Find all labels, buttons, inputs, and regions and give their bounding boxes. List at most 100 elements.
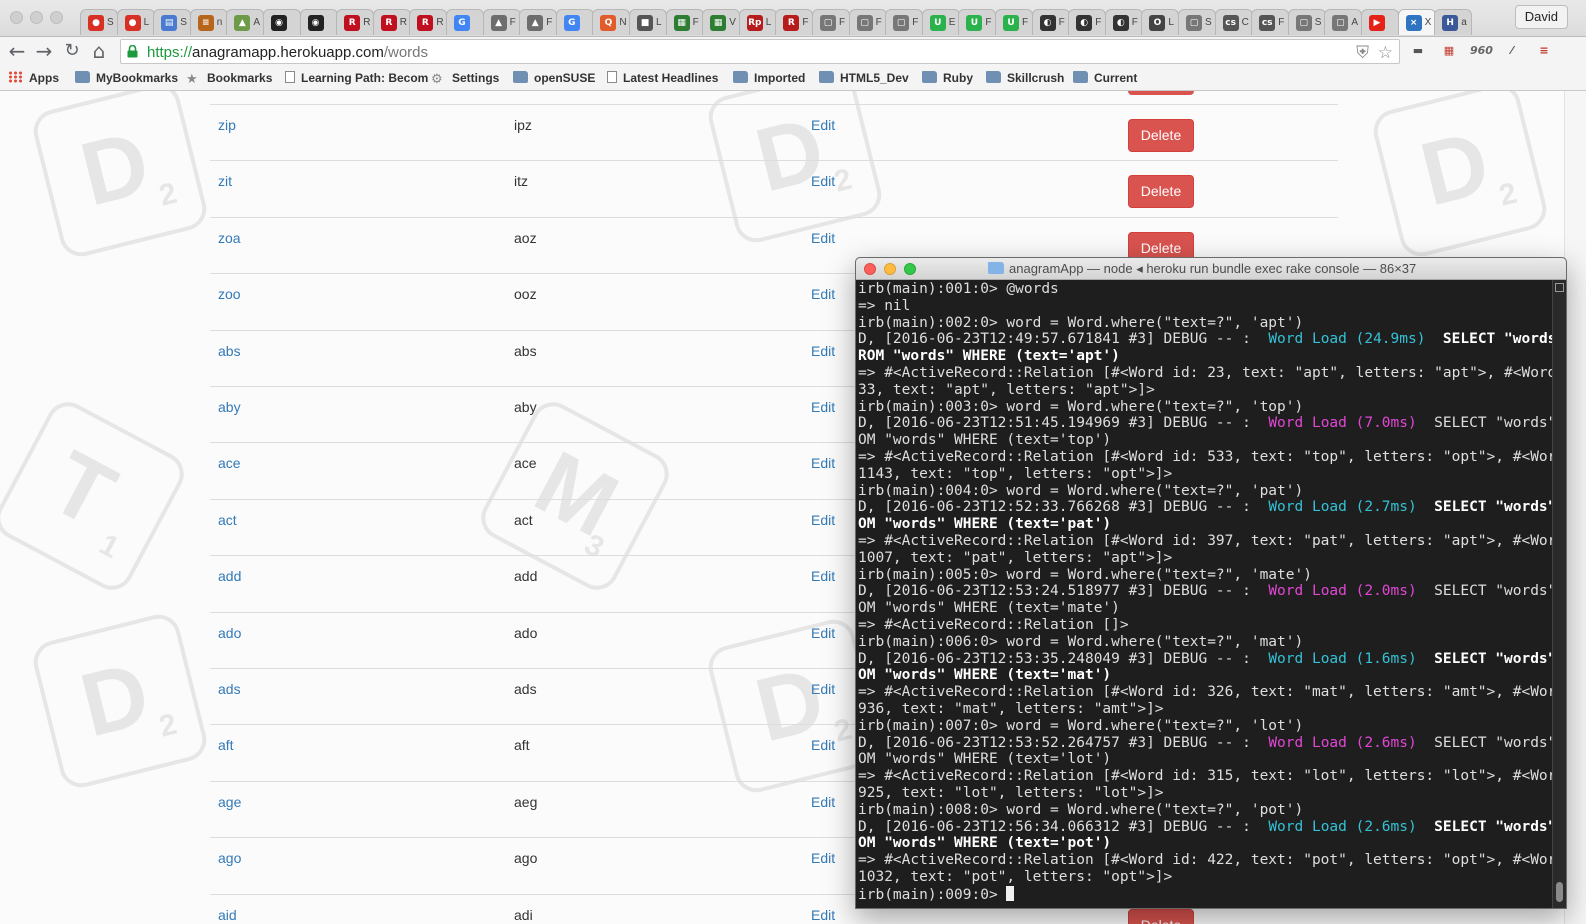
browser-tab[interactable]: UF [958, 9, 997, 35]
address-bar[interactable]: https://anagramapp.herokuapp.com/words ⛨… [120, 39, 1400, 64]
reload-icon[interactable]: ↻ [61, 40, 83, 62]
terminal-close-button[interactable] [864, 263, 876, 275]
edit-link[interactable]: Edit [811, 286, 835, 302]
browser-tab[interactable]: ◉ [299, 9, 338, 35]
word-text-link[interactable]: ace [218, 455, 241, 471]
bookmark-imported[interactable]: Imported [733, 71, 805, 85]
edit-link[interactable]: Edit [811, 681, 835, 697]
word-text-link[interactable]: abs [218, 343, 241, 359]
browser-tab[interactable]: ▤ S [153, 9, 192, 35]
terminal-minimize-button[interactable] [884, 263, 896, 275]
bookmark-learning-path-becom[interactable]: Learning Path: Becom [285, 71, 428, 85]
extension-960-icon[interactable]: 960 [1470, 42, 1493, 60]
extension-mask-icon[interactable]: ▬ [1408, 42, 1428, 60]
window-zoom-button[interactable] [50, 11, 63, 24]
terminal-scroll-thumb[interactable] [1556, 882, 1563, 902]
browser-tab[interactable]: × X [1397, 9, 1436, 35]
edit-link[interactable]: Edit [811, 568, 835, 584]
bookmark-mybookmarks[interactable]: MyBookmarks [75, 71, 178, 85]
terminal-title-bar[interactable]: anagramApp — node ◂ heroku run bundle ex… [856, 258, 1566, 280]
edit-link[interactable]: Edit [811, 737, 835, 753]
word-text-link[interactable]: aid [218, 907, 237, 923]
browser-tab[interactable]: QN [592, 9, 631, 35]
edit-link[interactable]: Edit [811, 399, 835, 415]
browser-tab[interactable]: G [555, 9, 594, 35]
delete-button-partial[interactable] [1128, 91, 1194, 95]
browser-tab[interactable]: ◐ F [1068, 9, 1107, 35]
delete-button[interactable]: Delete [1128, 175, 1194, 209]
browser-tab[interactable]: ▢ F [812, 9, 850, 35]
browser-tab[interactable]: cs C [1214, 9, 1253, 35]
word-text-link[interactable]: zoa [218, 230, 241, 246]
browser-tab[interactable]: ■ L [629, 9, 667, 35]
word-text-link[interactable]: zit [218, 173, 232, 189]
forward-arrow-icon[interactable]: → [33, 40, 55, 62]
browser-tab[interactable]: ≡ n [189, 9, 228, 35]
page-scrollbar[interactable] [1564, 91, 1586, 924]
bookmark-skillcrush[interactable]: Skillcrush [986, 71, 1064, 85]
word-text-link[interactable]: add [218, 568, 241, 584]
browser-tab[interactable]: Rp L [738, 9, 777, 35]
browser-tab[interactable]: OL [1141, 9, 1180, 35]
browser-tab[interactable]: ◐ F [1104, 9, 1143, 35]
bookmark-ruby[interactable]: Ruby [922, 71, 973, 85]
window-minimize-button[interactable] [30, 11, 43, 24]
browser-tab[interactable]: ▲ A [226, 9, 265, 35]
browser-tab[interactable]: ◉ [263, 9, 301, 35]
word-text-link[interactable]: act [218, 512, 237, 528]
word-text-link[interactable]: ago [218, 850, 241, 866]
edit-link[interactable]: Edit [811, 343, 835, 359]
profile-button[interactable]: David [1514, 5, 1568, 29]
browser-tab[interactable]: ◐ F [1031, 9, 1070, 35]
terminal-zoom-button[interactable] [904, 263, 916, 275]
browser-tab[interactable]: ▢ S [1287, 9, 1326, 35]
word-text-link[interactable]: aby [218, 399, 241, 415]
bookmark-apps[interactable]: Apps [8, 71, 59, 85]
browser-tab[interactable]: ▢ F [848, 9, 887, 35]
delete-button[interactable]: Delete [1128, 119, 1194, 152]
terminal-scrollbar[interactable] [1552, 280, 1566, 908]
word-text-link[interactable]: age [218, 794, 241, 810]
bookmark-opensuse[interactable]: openSUSE [513, 71, 595, 85]
browser-tab[interactable]: ● S [80, 9, 118, 35]
edit-link[interactable]: Edit [811, 794, 835, 810]
bookmark-current[interactable]: Current [1073, 71, 1137, 85]
browser-tab[interactable]: ▲ F [482, 9, 521, 35]
browser-tab[interactable]: ▦ F [665, 9, 704, 35]
bookmark-html5-dev[interactable]: HTML5_Dev [819, 71, 909, 85]
terminal-output[interactable]: irb(main):001:0> @words => nil irb(main):0… [858, 280, 1552, 908]
browser-tab[interactable]: ▢ S [1178, 9, 1216, 35]
menu-icon[interactable]: ≡ [1534, 42, 1554, 60]
browser-tab[interactable]: cs F [1251, 9, 1290, 35]
bookmark-latest-headlines[interactable]: Latest Headlines [607, 71, 718, 85]
edit-link[interactable]: Edit [811, 512, 835, 528]
browser-tab[interactable]: UF [995, 9, 1033, 35]
shield-icon[interactable]: ⛨ [1356, 43, 1369, 63]
browser-tab[interactable]: UE [921, 9, 960, 35]
bookmark-settings[interactable]: ⚙ Settings [431, 71, 499, 86]
browser-tab[interactable]: ▲ F [519, 9, 558, 35]
edit-link[interactable]: Edit [811, 625, 835, 641]
browser-tab[interactable]: ● L [116, 9, 155, 35]
word-text-link[interactable]: aft [218, 737, 234, 753]
window-close-button[interactable] [10, 11, 23, 24]
home-icon[interactable]: ⌂ [88, 40, 110, 62]
terminal-window[interactable]: anagramApp — node ◂ heroku run bundle ex… [855, 257, 1567, 909]
browser-tab[interactable]: ▶ [1361, 9, 1399, 35]
bookmark-star-icon[interactable]: ☆ [1378, 43, 1393, 63]
browser-tab[interactable]: RR [409, 9, 448, 35]
edit-link[interactable]: Edit [811, 850, 835, 866]
extension-calendar-icon[interactable]: ▦ [1439, 42, 1459, 60]
browser-tab[interactable]: ▦ V [702, 9, 741, 35]
word-text-link[interactable]: zoo [218, 286, 241, 302]
word-text-link[interactable]: ads [218, 681, 241, 697]
edit-link[interactable]: Edit [811, 173, 835, 189]
browser-tab[interactable]: RR [336, 9, 375, 35]
scroll-up-icon[interactable] [1555, 283, 1564, 292]
edit-link[interactable]: Edit [811, 230, 835, 246]
delete-button[interactable]: Delete [1128, 908, 1194, 924]
edit-link[interactable]: Edit [811, 455, 835, 471]
bookmark-bookmarks[interactable]: ★ Bookmarks [186, 71, 272, 86]
word-text-link[interactable]: ado [218, 625, 241, 641]
browser-tab[interactable]: RF [775, 9, 814, 35]
